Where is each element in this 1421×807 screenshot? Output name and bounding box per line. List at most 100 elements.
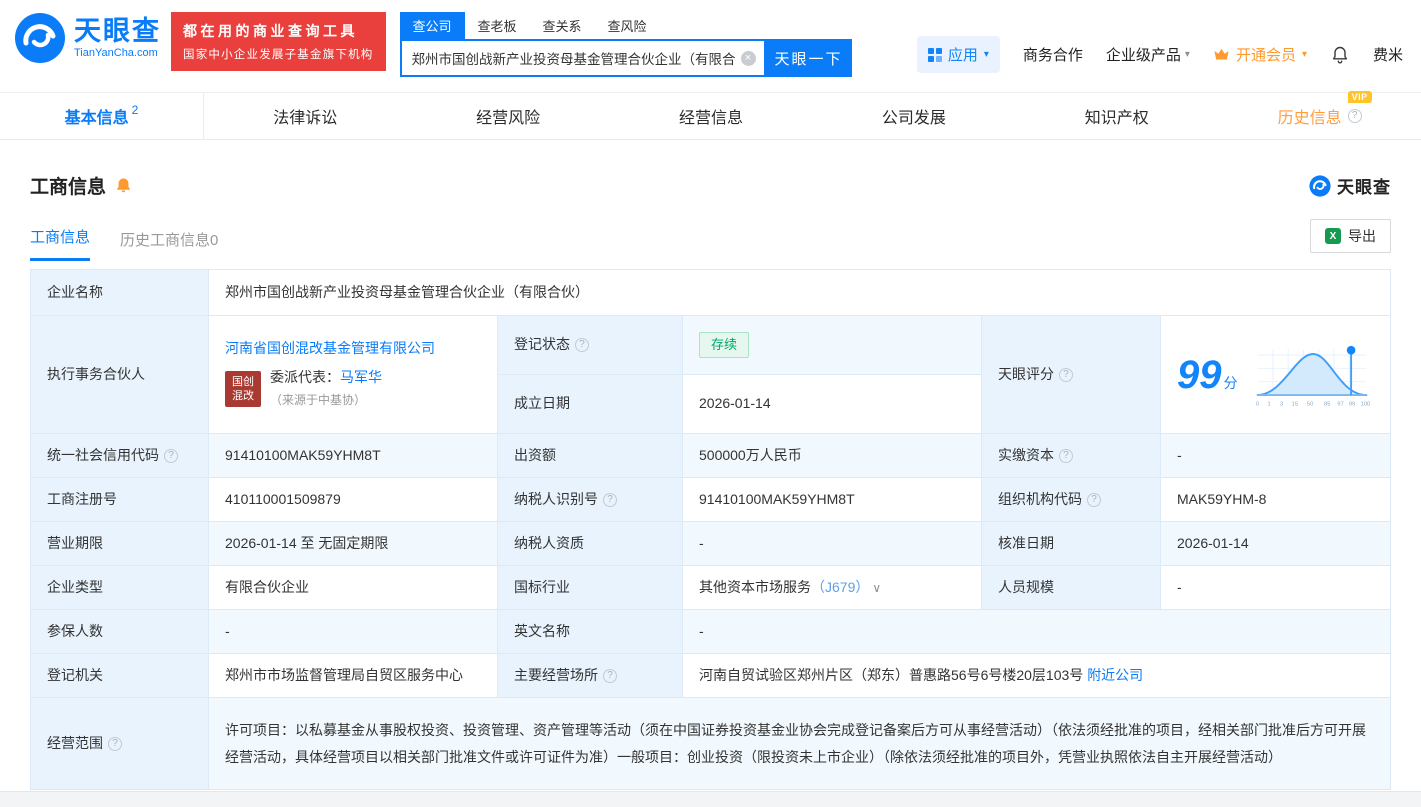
- tab-operation-risk[interactable]: 经营风险: [407, 93, 610, 139]
- value-paid-capital: -: [1161, 434, 1391, 478]
- svg-text:100: 100: [1360, 401, 1370, 407]
- svg-text:3: 3: [1279, 401, 1282, 407]
- bell-icon: [1330, 45, 1350, 65]
- industry-expand-icon[interactable]: ∨: [872, 581, 881, 595]
- value-taxpayer-id: 91410100MAK59YHM8T: [683, 478, 982, 522]
- label-insured-count: 参保人数: [31, 610, 209, 654]
- tianyancha-logo[interactable]: 天眼查 TianYanCha.com: [14, 12, 161, 64]
- svg-text:50: 50: [1306, 401, 1312, 407]
- tab-history-info[interactable]: 历史信息 VIP ?: [1218, 93, 1421, 139]
- value-establish-date: 2026-01-14: [683, 375, 982, 434]
- help-icon[interactable]: ?: [1059, 449, 1073, 463]
- open-vip-menu[interactable]: 开通会员 ▾: [1213, 44, 1307, 65]
- value-english-name: -: [683, 610, 1391, 654]
- page-footer-strip: [0, 791, 1421, 807]
- help-icon[interactable]: ?: [603, 493, 617, 507]
- help-icon[interactable]: ?: [1059, 368, 1073, 382]
- value-approve-date: 2026-01-14: [1161, 522, 1391, 566]
- tab-basic-info[interactable]: 基本信息 2: [0, 93, 204, 139]
- search-tab-risk[interactable]: 查风险: [595, 12, 660, 39]
- tab-legal-proceedings-label: 法律诉讼: [273, 104, 337, 128]
- label-industry: 国标行业: [498, 566, 683, 610]
- tab-intellectual-property[interactable]: 知识产权: [1015, 93, 1218, 139]
- user-account-menu[interactable]: 费米: [1373, 44, 1403, 65]
- export-button[interactable]: X 导出: [1310, 219, 1391, 253]
- label-paid-capital: 实缴资本?: [982, 434, 1161, 478]
- apps-label: 应用: [948, 44, 978, 65]
- help-icon[interactable]: ?: [603, 669, 617, 683]
- bell-icon: [115, 177, 132, 194]
- label-business-scope: 经营范围?: [31, 698, 209, 790]
- monitor-bell-button[interactable]: [115, 177, 132, 194]
- search-tab-company[interactable]: 查公司: [400, 12, 465, 39]
- enterprise-products-menu[interactable]: 企业级产品 ▾: [1106, 44, 1190, 65]
- help-icon[interactable]: ?: [108, 737, 122, 751]
- value-registration-number: 410110001509879: [209, 478, 498, 522]
- business-cooperation-label: 商务合作: [1023, 44, 1083, 65]
- svg-text:97: 97: [1337, 401, 1343, 407]
- delegate-source: （来源于中基协）: [270, 393, 366, 407]
- label-company-type: 企业类型: [31, 566, 209, 610]
- chevron-down-icon: ▾: [1185, 49, 1190, 60]
- value-company-type: 有限合伙企业: [209, 566, 498, 610]
- search-tab-relation[interactable]: 查关系: [530, 12, 595, 39]
- value-business-scope: 许可项目：以私募基金从事股权投资、投资管理、资产管理等活动（须在中国证券投资基金…: [209, 698, 1391, 790]
- status-badge: 存续: [699, 332, 749, 358]
- nearby-companies-link[interactable]: 附近公司: [1087, 667, 1143, 683]
- export-label: 导出: [1348, 226, 1376, 246]
- value-business-term: 2026-01-14 至 无固定期限: [209, 522, 498, 566]
- subtab-business-info[interactable]: 工商信息: [30, 226, 90, 261]
- section-title: 工商信息: [30, 172, 106, 199]
- partner-company-link[interactable]: 河南省国创混改基金管理有限公司: [225, 338, 435, 359]
- label-taxpayer-id: 纳税人识别号?: [498, 478, 683, 522]
- value-company-name: 郑州市国创战新产业投资母基金管理合伙企业（有限合伙）: [209, 270, 1391, 316]
- industry-code-link[interactable]: （J679）: [811, 579, 869, 595]
- tab-operation-risk-label: 经营风险: [476, 104, 540, 128]
- business-info-table: 企业名称 郑州市国创战新产业投资母基金管理合伙企业（有限合伙） 执行事务合伙人 …: [30, 269, 1391, 790]
- crown-icon: [1213, 47, 1230, 62]
- business-cooperation-link[interactable]: 商务合作: [1023, 44, 1083, 65]
- label-capital: 出资额: [498, 434, 683, 478]
- excel-icon: X: [1325, 228, 1341, 244]
- vip-badge: VIP: [1348, 91, 1372, 103]
- logo-title: 天眼查: [74, 17, 161, 47]
- tab-basic-info-count: 2: [132, 103, 139, 117]
- svg-text:85: 85: [1324, 401, 1330, 407]
- svg-text:99: 99: [1348, 401, 1354, 407]
- logo-domain: TianYanCha.com: [74, 47, 161, 59]
- tab-operation-info[interactable]: 经营信息: [610, 93, 813, 139]
- label-english-name: 英文名称: [498, 610, 683, 654]
- value-staff-size: -: [1161, 566, 1391, 610]
- label-credit-code: 统一社会信用代码?: [31, 434, 209, 478]
- tab-company-development[interactable]: 公司发展: [812, 93, 1015, 139]
- search-input[interactable]: [412, 51, 741, 66]
- tab-intellectual-property-label: 知识产权: [1085, 104, 1149, 128]
- label-establish-date: 成立日期: [498, 375, 683, 434]
- delegate-person-link[interactable]: 马军华: [340, 369, 382, 385]
- label-staff-size: 人员规模: [982, 566, 1161, 610]
- subtab-history-business-info[interactable]: 历史工商信息0: [120, 229, 218, 261]
- top-header: 天眼查 TianYanCha.com 都在用的商业查询工具 国家中小企业发展子基…: [0, 0, 1421, 92]
- brand-text: 天眼查: [1337, 173, 1391, 198]
- search-tab-boss[interactable]: 查老板: [465, 12, 530, 39]
- label-business-address: 主要经营场所?: [498, 654, 683, 698]
- label-tianyan-score: 天眼评分?: [982, 316, 1161, 434]
- help-icon[interactable]: ?: [1348, 109, 1362, 123]
- tab-operation-info-label: 经营信息: [679, 104, 743, 128]
- notification-bell-button[interactable]: [1330, 45, 1350, 65]
- label-taxpayer-quality: 纳税人资质: [498, 522, 683, 566]
- business-info-subtabs: 工商信息 历史工商信息0 X 导出: [30, 219, 1391, 261]
- tab-legal-proceedings[interactable]: 法律诉讼: [204, 93, 407, 139]
- svg-text:15: 15: [1291, 401, 1297, 407]
- value-executive-partner: 河南省国创混改基金管理有限公司 国创混改 委派代表：马军华 （来源于中基协）: [209, 316, 498, 434]
- tianyancha-logo-icon: [14, 12, 66, 64]
- search-tabs: 查公司 查老板 查关系 查风险: [400, 12, 852, 39]
- help-icon[interactable]: ?: [575, 338, 589, 352]
- help-icon[interactable]: ?: [164, 449, 178, 463]
- brand-watermark: 天眼查: [1309, 173, 1391, 198]
- apps-menu[interactable]: 应用 ▾: [917, 36, 1000, 73]
- label-company-name: 企业名称: [31, 270, 209, 316]
- help-icon[interactable]: ?: [1087, 493, 1101, 507]
- search-button[interactable]: 天眼一下: [766, 39, 852, 77]
- clear-search-icon[interactable]: ×: [741, 51, 756, 66]
